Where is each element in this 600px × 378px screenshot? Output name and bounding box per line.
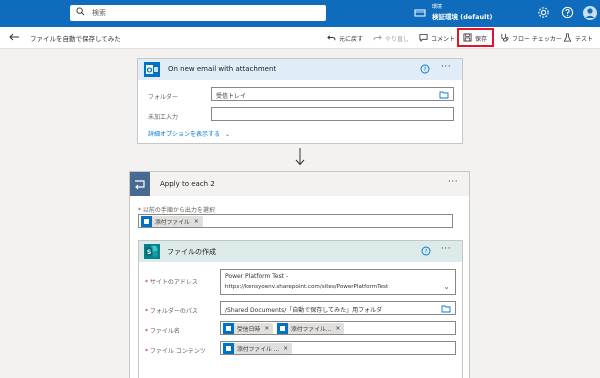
designer-canvas: O On new email with attachment ? ··· フォル… bbox=[0, 49, 600, 378]
sharepoint-icon: S bbox=[144, 244, 160, 261]
create-file-header[interactable]: S ファイルの作成 ? ··· bbox=[139, 241, 462, 262]
flask-icon bbox=[563, 32, 572, 44]
chevron-down-icon[interactable]: ⌄ bbox=[443, 283, 450, 291]
attachment-content-token[interactable]: 添付ファイル ... × bbox=[223, 343, 293, 354]
outlook-token-icon bbox=[223, 323, 234, 334]
search-icon bbox=[76, 7, 85, 18]
remove-token-icon[interactable]: × bbox=[194, 218, 199, 225]
folder-path-value: /Shared Documents/「自動で保存してみた」用フォルダ bbox=[225, 307, 383, 314]
select-output-label: * 以前の手順から出力を選択 bbox=[138, 207, 215, 214]
svg-text:S: S bbox=[147, 249, 151, 256]
more-options-icon[interactable]: ··· bbox=[441, 62, 451, 72]
help-icon[interactable] bbox=[561, 6, 574, 21]
site-address-input[interactable]: Power Platform Test - https://kensyoenv.… bbox=[220, 269, 456, 295]
advanced-options-link[interactable]: 詳細オプションを表示する ⌄ bbox=[148, 129, 230, 138]
remove-token-icon[interactable]: × bbox=[335, 325, 340, 332]
test-label: テスト bbox=[575, 35, 594, 43]
create-file-title: ファイルの作成 bbox=[167, 248, 216, 256]
svg-text:?: ? bbox=[424, 67, 427, 73]
outlook-token-icon bbox=[223, 343, 234, 354]
svg-text:?: ? bbox=[425, 249, 428, 255]
undo-button[interactable]: 元に戻す bbox=[327, 31, 363, 45]
search-placeholder: 検索 bbox=[92, 9, 106, 17]
site-address-label: * サイトのアドレス bbox=[145, 279, 198, 286]
flow-checker-button[interactable]: フロー チェッカー bbox=[500, 31, 562, 45]
site-address-line2: https://kensyoenv.sharepoint.com/sites/P… bbox=[225, 284, 389, 290]
comment-button[interactable]: コメント bbox=[419, 31, 455, 45]
apply-to-each-card: Apply to each 2 ··· * 以前の手順から出力を選択 添付ファイ… bbox=[129, 171, 470, 378]
more-options-icon[interactable]: ··· bbox=[441, 244, 451, 254]
received-time-token-label: 受信日時 bbox=[237, 327, 261, 333]
attachment-name-token[interactable]: 添付ファイル... × bbox=[277, 323, 345, 334]
flow-checker-label: フロー チェッカー bbox=[512, 35, 562, 43]
top-bar: 検索 環境 検証環境 (default) bbox=[0, 0, 600, 27]
folder-picker-icon[interactable] bbox=[439, 90, 449, 101]
more-options-icon[interactable]: ··· bbox=[448, 177, 458, 187]
loop-icon bbox=[130, 172, 150, 198]
flow-name[interactable]: ファイルを自動で保存してみた bbox=[30, 33, 121, 43]
folder-path-label: * フォルダーのパス bbox=[145, 308, 198, 315]
trigger-title: On new email with attachment bbox=[168, 65, 277, 73]
apply-to-each-title: Apply to each 2 bbox=[160, 180, 215, 188]
comment-label: コメント bbox=[431, 35, 456, 43]
arrow-down-icon bbox=[295, 148, 305, 168]
folder-label: フォルダー bbox=[148, 94, 179, 101]
folder-input[interactable]: 受信トレイ bbox=[211, 87, 454, 101]
trigger-card: O On new email with attachment ? ··· フォル… bbox=[137, 58, 463, 144]
received-time-token[interactable]: 受信日時 × bbox=[223, 323, 274, 334]
environment-label: 環境 bbox=[432, 4, 443, 10]
trigger-card-header[interactable]: O On new email with attachment ? ··· bbox=[138, 59, 462, 80]
create-file-card: S ファイルの作成 ? ··· * サイトのアドレス Power Platfor… bbox=[138, 240, 463, 378]
file-name-input[interactable]: 受信日時 × 添付ファイル... × bbox=[220, 321, 456, 335]
undo-icon bbox=[327, 33, 336, 44]
save-highlight-box bbox=[457, 28, 494, 47]
apply-to-each-header[interactable]: Apply to each 2 ··· bbox=[130, 172, 469, 196]
user-avatar-icon[interactable] bbox=[582, 3, 598, 25]
redo-button[interactable]: やり直し bbox=[373, 31, 409, 45]
file-content-input[interactable]: 添付ファイル ... × bbox=[220, 341, 456, 355]
back-arrow-icon[interactable] bbox=[8, 31, 20, 45]
file-name-label: * ファイル名 bbox=[145, 328, 180, 335]
unread-label: 未加工入力 bbox=[148, 114, 179, 121]
stethoscope-icon bbox=[500, 33, 509, 44]
redo-icon bbox=[373, 33, 382, 44]
chevron-down-icon: ⌄ bbox=[224, 131, 230, 138]
attachment-content-token-label: 添付ファイル ... bbox=[237, 347, 280, 353]
gear-icon[interactable] bbox=[537, 6, 550, 21]
svg-text:O: O bbox=[147, 67, 153, 75]
remove-token-icon[interactable]: × bbox=[264, 325, 269, 332]
test-button[interactable]: テスト bbox=[563, 31, 593, 45]
folder-path-input[interactable]: /Shared Documents/「自動で保存してみた」用フォルダ bbox=[220, 301, 456, 315]
folder-value: 受信トレイ bbox=[216, 93, 247, 100]
environment-value: 検証環境 (default) bbox=[432, 13, 493, 21]
attachment-token-label: 添付ファイル bbox=[155, 220, 190, 226]
remove-token-icon[interactable]: × bbox=[283, 345, 288, 352]
folder-picker-icon[interactable] bbox=[441, 304, 451, 315]
unread-input[interactable] bbox=[211, 107, 454, 121]
attachment-name-token-label: 添付ファイル... bbox=[291, 327, 332, 333]
advanced-options-label: 詳細オプションを表示する bbox=[148, 131, 221, 138]
help-circle-icon[interactable]: ? bbox=[421, 246, 431, 258]
redo-label: やり直し bbox=[385, 35, 410, 43]
select-output-input[interactable]: 添付ファイル × bbox=[138, 214, 453, 228]
command-bar: ファイルを自動で保存してみた 元に戻す やり直し コメント 保存 フロー チェッ… bbox=[0, 27, 600, 49]
outlook-token-icon bbox=[277, 323, 288, 334]
search-box[interactable]: 検索 bbox=[70, 5, 326, 21]
outlook-icon: O bbox=[144, 62, 160, 79]
help-circle-icon[interactable]: ? bbox=[420, 64, 430, 76]
undo-label: 元に戻す bbox=[339, 35, 364, 43]
site-address-line1: Power Platform Test - bbox=[225, 273, 289, 280]
environment-icon bbox=[414, 8, 426, 20]
outlook-token-icon bbox=[141, 216, 152, 227]
attachment-token[interactable]: 添付ファイル × bbox=[141, 216, 203, 227]
file-content-label: * ファイル コンテンツ bbox=[145, 348, 206, 355]
comment-icon bbox=[419, 33, 428, 44]
